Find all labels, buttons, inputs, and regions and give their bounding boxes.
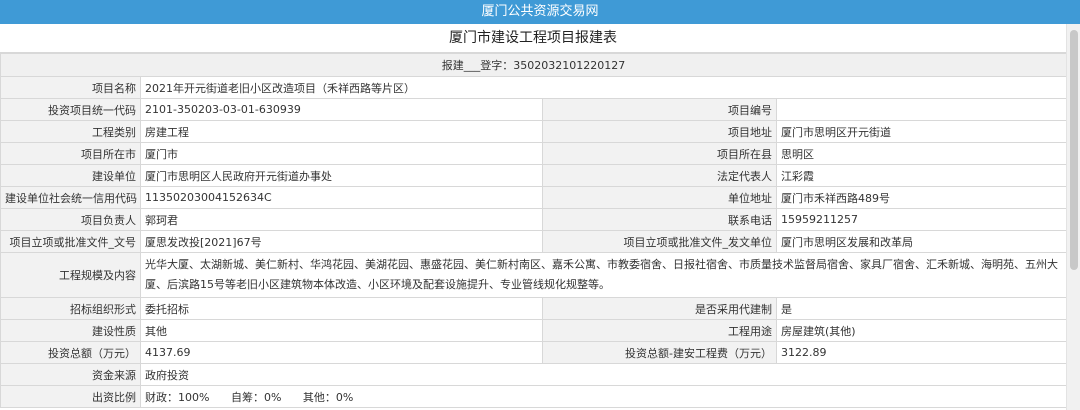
field-label-builder-unit: 建设单位 [0, 164, 141, 187]
table-row: 工程规模及内容 光华大厦、太湖新城、美仁新村、华鸿花园、美湖花园、惠盛花园、美仁… [0, 252, 1066, 298]
field-label-approval-doc-unit: 项目立项或批准文件_发文单位 [542, 230, 777, 253]
page-title: 厦门市建设工程项目报建表 [0, 24, 1066, 53]
funding-ratio-fiscal-label: 财政： [145, 390, 178, 404]
field-label-project-leader: 项目负责人 [0, 208, 141, 231]
field-value-unit-address: 厦门市禾祥西路489号 [775, 186, 1066, 209]
field-value-project-address: 厦门市思明区开元街道 [775, 120, 1066, 143]
field-label-project-address: 项目地址 [542, 120, 777, 143]
site-header: 厦门公共资源交易网 [0, 0, 1080, 24]
field-label-project-scale: 工程规模及内容 [0, 252, 141, 298]
field-value-builder-unit: 厦门市思明区人民政府开元街道办事处 [140, 164, 543, 187]
table-row: 投资总额（万元） 4137.69 投资总额-建安工程费（万元） 3122.89 [0, 341, 1066, 364]
table-row: 工程类别 房建工程 项目地址 厦门市思明区开元街道 [0, 120, 1066, 143]
funding-ratio-other-label: 其他： [302, 390, 336, 404]
table-row: 建设单位社会统一信用代码 11350203004152634C 单位地址 厦门市… [0, 186, 1066, 209]
table-row: 项目所在市 厦门市 项目所在县 思明区 [0, 142, 1066, 165]
field-label-fund-source: 资金来源 [0, 363, 141, 386]
field-value-project-number [775, 98, 1066, 121]
field-value-legal-rep: 江彩霞 [775, 164, 1066, 187]
funding-ratio-self-label: 自筹： [230, 390, 264, 404]
funding-ratio-fiscal-value: 100% [178, 390, 210, 404]
table-row: 投资项目统一代码 2101-350203-03-01-630939 项目编号 [0, 98, 1066, 121]
registration-code: 报建___登字：3502032101220127 [0, 53, 1066, 77]
field-value-contact-phone: 15959211257 [775, 208, 1066, 231]
field-label-construction-cost: 投资总额-建安工程费（万元） [542, 341, 777, 364]
field-value-approval-doc-no: 厦思发改投[2021]67号 [140, 230, 543, 253]
field-value-credit-code: 11350203004152634C [140, 186, 543, 209]
vertical-scrollbar[interactable] [1066, 24, 1080, 410]
site-title: 厦门公共资源交易网 [481, 4, 599, 19]
field-label-construction-nature: 建设性质 [0, 319, 141, 342]
scrollbar-thumb[interactable] [1070, 30, 1078, 270]
field-value-project-use: 房屋建筑(其他) [775, 319, 1066, 342]
field-value-project-name: 2021年开元街道老旧小区改造项目（禾祥西路等片区） [139, 76, 1066, 99]
field-value-investment-code: 2101-350203-03-01-630939 [140, 98, 543, 121]
table-row: 招标组织形式 委托招标 是否采用代建制 是 [0, 297, 1066, 320]
field-value-project-category: 房建工程 [140, 120, 543, 143]
field-label-credit-code: 建设单位社会统一信用代码 [0, 186, 141, 209]
field-label-project-city: 项目所在市 [0, 142, 141, 165]
table-row: 资金来源 政府投资 [0, 363, 1066, 386]
table-row: 项目负责人 郭珂君 联系电话 15959211257 [0, 208, 1066, 231]
funding-ratio-self-value: 0% [263, 390, 282, 404]
field-label-total-investment: 投资总额（万元） [0, 341, 141, 364]
field-value-tender-form: 委托招标 [140, 297, 543, 320]
field-label-project-county: 项目所在县 [542, 142, 777, 165]
field-value-fund-source: 政府投资 [139, 363, 1066, 386]
field-label-project-category: 工程类别 [0, 120, 141, 143]
table-row: 建设性质 其他 工程用途 房屋建筑(其他) [0, 319, 1066, 342]
field-label-investment-code: 投资项目统一代码 [0, 98, 141, 121]
document-frame: 厦门市建设工程项目报建表 报建___登字：3502032101220127 项目… [0, 24, 1066, 410]
field-value-project-city: 厦门市 [140, 142, 543, 165]
field-label-funding-ratio: 出资比例 [0, 385, 141, 408]
field-label-contact-phone: 联系电话 [542, 208, 777, 231]
table-row: 建设单位 厦门市思明区人民政府开元街道办事处 法定代表人 江彩霞 [0, 164, 1066, 187]
field-label-project-name: 项目名称 [0, 76, 141, 99]
field-value-funding-ratio: 财政：100% 自筹：0% 其他：0% [139, 385, 1066, 408]
field-value-project-scale: 光华大厦、太湖新城、美仁新村、华鸿花园、美湖花园、惠盛花园、美仁新村南区、嘉禾公… [139, 252, 1066, 298]
field-value-approval-doc-unit: 厦门市思明区发展和改革局 [775, 230, 1066, 253]
field-value-construction-cost: 3122.89 [775, 341, 1066, 364]
field-label-agent-construction: 是否采用代建制 [542, 297, 777, 320]
table-row: 项目立项或批准文件_文号 厦思发改投[2021]67号 项目立项或批准文件_发文… [0, 230, 1066, 253]
table-row: 出资比例 财政：100% 自筹：0% 其他：0% [0, 385, 1066, 408]
field-value-agent-construction: 是 [775, 297, 1066, 320]
funding-ratio-other-value: 0% [335, 390, 354, 404]
field-value-project-county: 思明区 [775, 142, 1066, 165]
field-value-project-leader: 郭珂君 [140, 208, 543, 231]
field-label-project-number: 项目编号 [542, 98, 777, 121]
field-label-legal-rep: 法定代表人 [542, 164, 777, 187]
registration-table: 报建___登字：3502032101220127 项目名称 2021年开元街道老… [0, 53, 1066, 408]
field-value-total-investment: 4137.69 [140, 341, 543, 364]
field-label-project-use: 工程用途 [542, 319, 777, 342]
field-label-tender-form: 招标组织形式 [0, 297, 141, 320]
table-row: 报建___登字：3502032101220127 [0, 53, 1066, 77]
table-row: 项目名称 2021年开元街道老旧小区改造项目（禾祥西路等片区） [0, 76, 1066, 99]
field-value-construction-nature: 其他 [140, 319, 543, 342]
field-label-approval-doc-no: 项目立项或批准文件_文号 [0, 230, 141, 253]
field-label-unit-address: 单位地址 [542, 186, 777, 209]
